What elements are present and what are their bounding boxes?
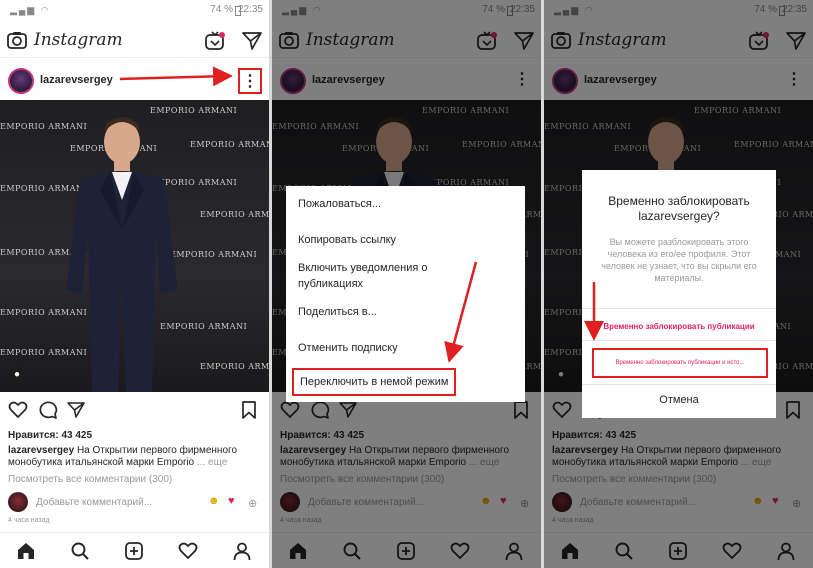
post-photo[interactable]: EMPORIO ARMANI EMPORIO ARMANI EMPORIO AR… <box>0 100 269 392</box>
post-caption: lazarevsergey На Открытии первого фирмен… <box>8 445 264 469</box>
dialog-description: Вы можете разблокировать этого человека … <box>601 237 757 283</box>
post-timestamp: 4 часа назад <box>8 517 50 524</box>
mute-dialog: Временно заблокировать lazarevsergey? Вы… <box>582 170 776 418</box>
mute-posts-button[interactable]: Временно заблокировать публикации <box>582 322 776 331</box>
clock: 22:35 <box>237 4 263 15</box>
camera-icon[interactable] <box>6 30 28 50</box>
tagged-user-icon[interactable]: ● <box>8 366 26 384</box>
bookmark-icon[interactable] <box>240 400 258 420</box>
battery-level: 74 % <box>210 4 233 15</box>
post-header: lazarevsergey ⋮ <box>0 60 269 100</box>
signal-icon: ▂▄▆ ◠ <box>10 5 51 15</box>
add-icon[interactable] <box>124 541 144 561</box>
avatar <box>8 492 28 512</box>
heart-icon[interactable] <box>8 400 28 420</box>
menu-item-unfollow[interactable]: Отменить подписку <box>298 340 398 356</box>
menu-item-report[interactable]: Пожаловаться... <box>298 196 381 212</box>
divider <box>582 384 776 385</box>
more-icon: ⋮ <box>242 73 258 90</box>
status-bar: ▂▄▆ ◠ 74 % 22:35 <box>0 0 269 20</box>
top-bar: Instagram <box>0 24 269 58</box>
mute-posts-stories-button[interactable]: Временно заблокировать публикации и исто… <box>592 348 768 378</box>
post-username[interactable]: lazarevsergey <box>40 74 113 86</box>
app-logo: Instagram <box>34 30 123 50</box>
post-actions <box>0 398 269 424</box>
view-all-comments-link[interactable]: Посмотреть все комментарии (300) <box>8 474 172 485</box>
menu-item-copy-link[interactable]: Копировать ссылку <box>298 232 396 248</box>
menu-item-mute[interactable]: Переключить в немой режим <box>292 368 457 396</box>
caption-more-link[interactable]: ... еще <box>197 457 227 468</box>
menu-item-share[interactable]: Поделиться в... <box>298 304 377 320</box>
photo-brand-text: EMPORIO ARMANI <box>200 210 269 219</box>
comment-icon[interactable] <box>38 400 58 420</box>
activity-icon[interactable] <box>178 541 198 561</box>
igtv-icon[interactable] <box>204 30 226 52</box>
divider <box>582 308 776 309</box>
divider <box>582 340 776 341</box>
direct-icon[interactable] <box>241 30 263 52</box>
bottom-nav <box>0 532 269 568</box>
person-figure <box>66 117 178 392</box>
add-comment-row: Добавьте комментарий... ☻ ♥ ⊕ <box>0 492 269 514</box>
share-icon[interactable] <box>66 400 86 420</box>
add-emoji-icon[interactable]: ⊕ <box>248 497 257 510</box>
home-icon[interactable] <box>16 541 36 561</box>
post-options-menu: Пожаловаться... Копировать ссылку Включи… <box>286 186 525 402</box>
emoji-heart-icon[interactable]: ♥ <box>228 495 235 507</box>
avatar[interactable] <box>8 68 34 94</box>
cancel-button[interactable]: Отмена <box>582 394 776 406</box>
profile-icon[interactable] <box>232 541 252 561</box>
search-icon[interactable] <box>70 541 90 561</box>
likes-count[interactable]: Нравится: 43 425 <box>8 430 92 441</box>
add-comment-input[interactable]: Добавьте комментарий... <box>36 497 152 508</box>
dialog-title: Временно заблокировать lazarevsergey? <box>608 194 750 223</box>
menu-item-notifications[interactable]: Включить уведомления о публикациях <box>298 260 458 292</box>
screen-feed: ▂▄▆ ◠ 74 % 22:35 Instagram lazarevsergey… <box>0 0 269 568</box>
more-options-button[interactable]: ⋮ <box>238 68 262 94</box>
photo-brand-text: EMPORIO ARMANI <box>200 362 269 371</box>
photo-brand-text: EMPORIO ARMANI <box>190 140 269 149</box>
caption-username[interactable]: lazarevsergey <box>8 445 74 456</box>
emoji-smile-icon[interactable]: ☻ <box>208 495 220 507</box>
